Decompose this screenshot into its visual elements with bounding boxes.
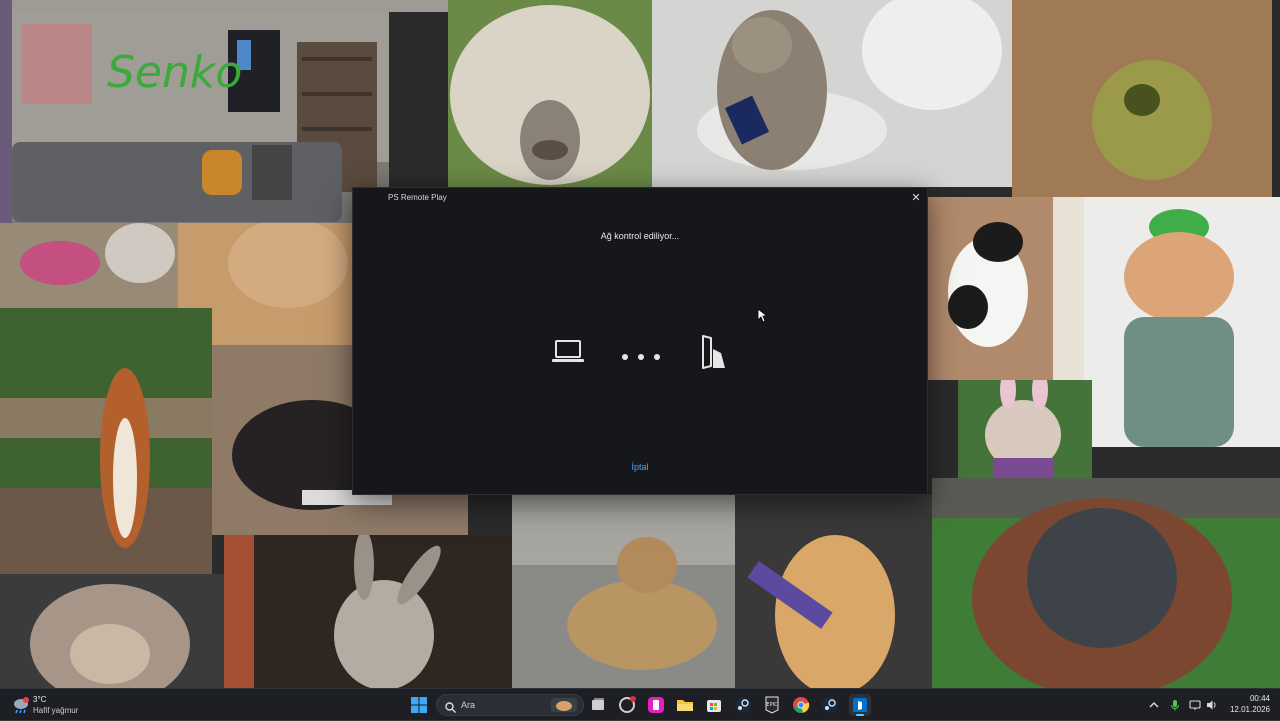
cancel-button[interactable]: İptal <box>353 462 927 472</box>
search-input[interactable] <box>461 695 551 715</box>
search-icon <box>445 700 456 713</box>
clock-date: 12.01.2026 <box>1229 705 1270 714</box>
desktop-wallpaper: Senko PS Remote Play ✕ Ağ kontrol ediliy… <box>0 0 1280 688</box>
connection-status-text: Ağ kontrol ediliyor... <box>600 231 680 241</box>
task-view-icon[interactable] <box>587 694 609 716</box>
rain-cloud-icon <box>12 696 30 714</box>
wallpaper-photo-living-room: Senko <box>12 12 389 223</box>
weather-description: Hafif yağmur <box>33 706 79 715</box>
taskbar-search[interactable] <box>436 694 584 716</box>
wallpaper-photo-corner <box>0 0 12 223</box>
wallpaper-photo-pink-toy <box>0 223 178 308</box>
steam-icon[interactable] <box>732 694 754 716</box>
chrome-icon[interactable] <box>790 694 812 716</box>
chevron-up-icon[interactable] <box>1148 699 1160 711</box>
media-app-icon[interactable] <box>645 694 667 716</box>
steam-icon[interactable] <box>819 694 841 716</box>
wallpaper-photo-cat-toilet <box>652 0 1012 187</box>
window-titlebar[interactable]: PS Remote Play ✕ <box>353 188 927 208</box>
connecting-dots-icon <box>621 348 661 360</box>
network-icon[interactable] <box>1189 699 1201 711</box>
wallpaper-photo-monkey <box>0 574 224 688</box>
laptop-icon <box>552 339 584 365</box>
system-tray: 00:44 12.01.2026 <box>1146 689 1280 721</box>
volume-icon[interactable] <box>1206 699 1218 711</box>
window-title: PS Remote Play <box>388 193 447 202</box>
taskbar: 3°C Hafif yağmur EPIC <box>0 688 1280 720</box>
close-button[interactable]: ✕ <box>905 188 927 208</box>
active-indicator <box>856 714 864 716</box>
taskbar-clock[interactable]: 00:44 12.01.2026 <box>1230 694 1270 714</box>
wallpaper-photo-squirrel <box>0 308 212 574</box>
mouse-cursor-icon <box>757 308 769 323</box>
remote-play-window: PS Remote Play ✕ Ağ kontrol ediliyor... … <box>352 187 928 495</box>
microphone-icon[interactable] <box>1169 699 1181 711</box>
wallpaper-photo-dogs-street <box>512 495 735 688</box>
wallpaper-photo-gamer-cat <box>735 495 932 688</box>
clock-time: 00:44 <box>1249 694 1270 703</box>
wallpaper-photo-donkey <box>224 535 512 688</box>
file-explorer-icon[interactable] <box>674 694 696 716</box>
store-icon[interactable] <box>703 694 725 716</box>
wallpaper-photo-cat-jumping <box>928 197 1084 380</box>
ps5-console-icon <box>699 335 727 369</box>
remote-play-icon[interactable] <box>849 694 871 716</box>
svg-text:EPIC: EPIC <box>766 702 778 708</box>
wallpaper-photo-bulldog-bunny <box>958 380 1092 478</box>
app-icon[interactable] <box>616 694 638 716</box>
epic-games-icon[interactable]: EPIC <box>761 694 783 716</box>
wallpaper-photo-frog <box>1012 0 1272 197</box>
search-highlight-image <box>551 698 577 712</box>
weather-widget[interactable]: 3°C Hafif yağmur <box>12 693 102 717</box>
wallpaper-photo-cat-green-hat <box>1084 197 1280 480</box>
start-icon[interactable] <box>408 694 430 716</box>
wallpaper-photo-orangutan <box>932 478 1280 688</box>
weather-temperature: 3°C <box>33 695 47 704</box>
svg-text:Senko: Senko <box>107 47 242 98</box>
wallpaper-photo-top-strip <box>12 0 448 12</box>
wallpaper-photo-sheep <box>448 0 652 187</box>
